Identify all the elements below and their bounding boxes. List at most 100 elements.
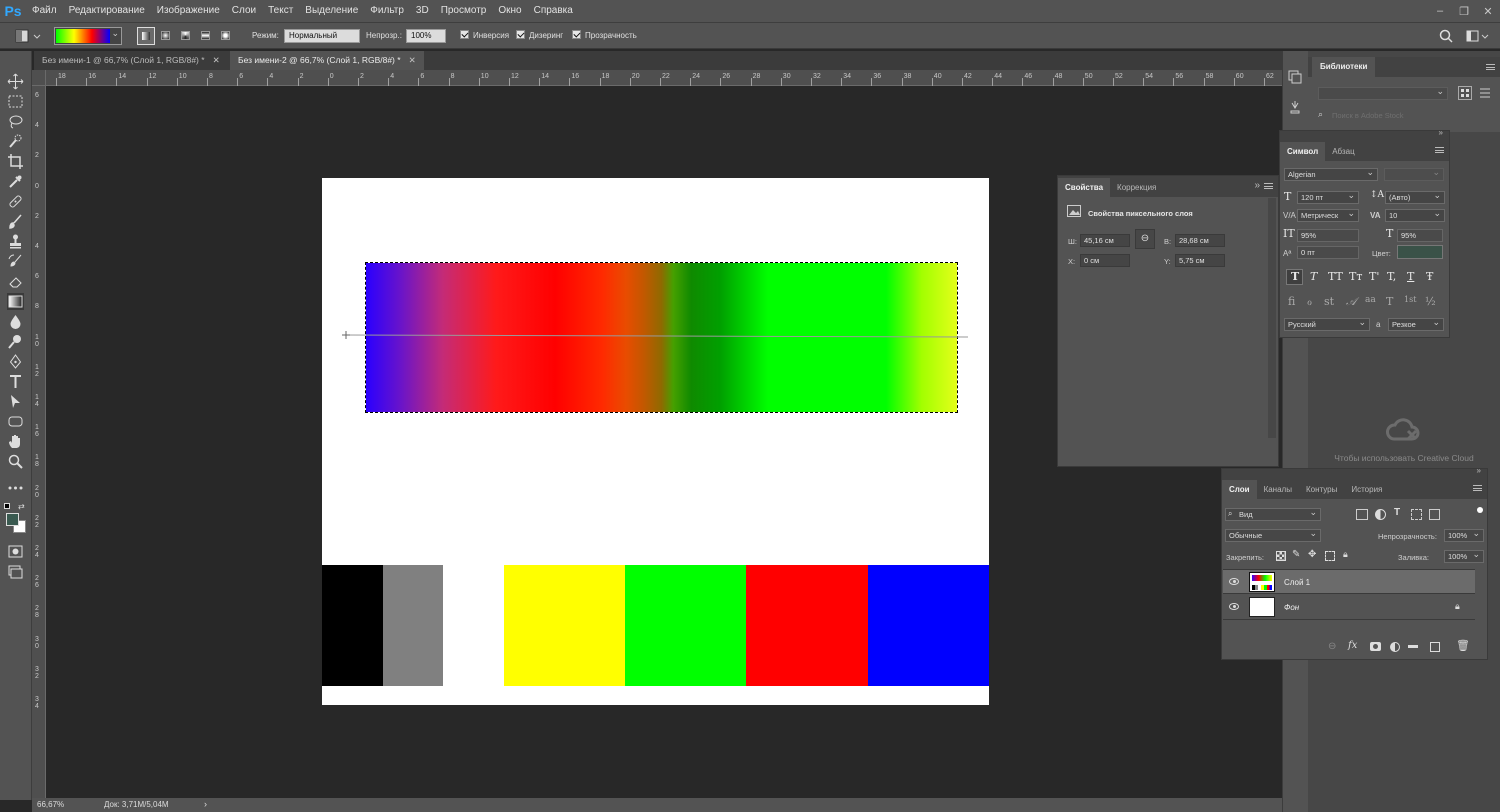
more-tools-icon[interactable]: [7, 479, 24, 496]
collapse-panel-icon[interactable]: »: [1439, 128, 1443, 137]
font-family-select[interactable]: Algerian: [1284, 167, 1378, 181]
kerning-select[interactable]: Метрическ: [1297, 208, 1359, 222]
eyedropper-tool-icon[interactable]: [7, 173, 24, 190]
height-input[interactable]: 28,68 см: [1175, 234, 1225, 247]
filter-adjustment-icon[interactable]: [1375, 509, 1386, 520]
tab-layers[interactable]: Слои: [1222, 480, 1257, 499]
hand-tool-icon[interactable]: [7, 433, 24, 450]
layers-panel-grip[interactable]: »: [1222, 466, 1487, 478]
style-all-caps[interactable]: TT: [1328, 270, 1343, 283]
width-input[interactable]: 45,16 см: [1080, 234, 1130, 247]
layer-name[interactable]: Фон: [1284, 603, 1299, 612]
style-subscript[interactable]: T,: [1387, 270, 1396, 283]
ot-swash[interactable]: 𝒜: [1346, 295, 1356, 309]
search-icon[interactable]: [1438, 27, 1454, 45]
tab-character[interactable]: Символ: [1280, 142, 1326, 161]
zoom-level[interactable]: 66,67%: [37, 800, 64, 809]
zoom-tool-icon[interactable]: [7, 453, 24, 470]
menu-edit[interactable]: Редактирование: [63, 0, 151, 22]
path-selection-tool-icon[interactable]: [7, 393, 24, 410]
ot-ligatures[interactable]: fi: [1288, 295, 1295, 308]
brush-settings-icon[interactable]: [1287, 99, 1303, 115]
menu-image[interactable]: Изображение: [151, 0, 226, 22]
baseline-shift-input[interactable]: 0 пт: [1297, 246, 1359, 259]
inverse-checkbox[interactable]: [460, 30, 469, 39]
screen-mode-icon[interactable]: [7, 563, 24, 580]
brush-tool-icon[interactable]: [7, 213, 24, 230]
vertical-scale-input[interactable]: 95%: [1297, 229, 1359, 242]
linear-gradient-button[interactable]: [137, 27, 155, 45]
menu-3d[interactable]: 3D: [410, 0, 435, 22]
eraser-tool-icon[interactable]: [7, 273, 24, 290]
ot-discretionary[interactable]: st: [1324, 295, 1334, 308]
ot-stylistic[interactable]: aa: [1365, 295, 1376, 305]
menu-layers[interactable]: Слои: [226, 0, 262, 22]
style-faux-bold[interactable]: T: [1291, 270, 1299, 283]
restore-icon[interactable]: ❐: [1452, 5, 1476, 18]
horizontal-ruler[interactable]: 18 16 14 12 10 8 6 4 2 0 2 4 6 8 10 12 14 16 18 20 22 24 26 28 3…: [46, 70, 1282, 86]
opacity-input[interactable]: 100%: [406, 29, 446, 43]
menu-select[interactable]: Выделение: [299, 0, 364, 22]
ruler-origin[interactable]: [32, 70, 46, 86]
tab-properties[interactable]: Свойства: [1058, 178, 1111, 197]
menu-type[interactable]: Текст: [262, 0, 299, 22]
history-panel-icon[interactable]: [1287, 69, 1303, 85]
close-icon[interactable]: ✕: [1476, 5, 1500, 18]
status-arrow-icon[interactable]: ›: [204, 799, 207, 809]
ot-contextual[interactable]: ℴ: [1307, 295, 1312, 308]
library-select[interactable]: [1318, 86, 1448, 100]
tab-history[interactable]: История: [1344, 480, 1389, 499]
angle-gradient-button[interactable]: [177, 27, 195, 45]
clone-stamp-tool-icon[interactable]: [7, 233, 24, 250]
filter-pixel-icon[interactable]: [1356, 509, 1368, 520]
menu-help[interactable]: Справка: [528, 0, 579, 22]
ot-ordinals[interactable]: 1st: [1404, 295, 1416, 304]
panel-menu-icon[interactable]: [1264, 183, 1273, 189]
radial-gradient-button[interactable]: [157, 27, 175, 45]
menu-filter[interactable]: Фильтр: [364, 0, 410, 22]
ot-fractions[interactable]: ½: [1425, 295, 1436, 308]
minimize-icon[interactable]: –: [1428, 5, 1452, 17]
dodge-tool-icon[interactable]: [7, 333, 24, 350]
tab-adjustments[interactable]: Коррекция: [1110, 178, 1163, 197]
lock-position-icon[interactable]: ✥: [1308, 549, 1316, 560]
filter-smart-object-icon[interactable]: [1429, 509, 1440, 520]
tab-document-1[interactable]: Без имени-1 @ 66,7% (Слой 1, RGB/8#) * ✕: [34, 51, 228, 70]
default-colors-icon[interactable]: [4, 503, 10, 509]
swap-colors-icon[interactable]: ⇄: [18, 502, 25, 511]
style-strikethrough[interactable]: Ŧ: [1426, 270, 1433, 283]
healing-brush-tool-icon[interactable]: [7, 193, 24, 210]
reflected-gradient-button[interactable]: [197, 27, 215, 45]
move-tool-icon[interactable]: [7, 73, 24, 90]
libraries-title[interactable]: Библиотеки: [1312, 57, 1376, 77]
pen-tool-icon[interactable]: [7, 353, 24, 370]
grid-view-icon[interactable]: [1458, 86, 1472, 100]
style-small-caps[interactable]: Tт: [1349, 270, 1362, 283]
add-mask-icon[interactable]: [1370, 642, 1381, 651]
new-group-icon[interactable]: ▬: [1408, 640, 1418, 651]
menu-window[interactable]: Окно: [492, 0, 527, 22]
lock-transparent-icon[interactable]: [1276, 551, 1286, 561]
vertical-ruler[interactable]: 6 4 2 0 2 4 6 8 1 0 1 2 1 4 1 6 1 8 2 0 2 2 2 4 2 6 2 8 3 …: [32, 86, 46, 798]
x-input[interactable]: 0 см: [1080, 254, 1130, 267]
ot-titling[interactable]: T: [1386, 295, 1393, 308]
menu-view[interactable]: Просмотр: [435, 0, 493, 22]
mode-select[interactable]: Нормальный: [284, 29, 360, 43]
lock-all-icon[interactable]: 🔒︎: [1343, 549, 1348, 560]
fx-icon[interactable]: fx: [1348, 640, 1357, 651]
style-superscript[interactable]: T': [1369, 270, 1379, 283]
transparency-checkbox[interactable]: [572, 30, 581, 39]
crop-tool-icon[interactable]: [7, 153, 24, 170]
layer-opacity-input[interactable]: 100%: [1444, 528, 1484, 542]
tab-paragraph[interactable]: Абзац: [1325, 142, 1361, 161]
y-input[interactable]: 5,75 см: [1175, 254, 1225, 267]
tab-channels[interactable]: Каналы: [1257, 480, 1299, 499]
layer-row-1[interactable]: Слой 1: [1223, 569, 1475, 594]
type-tool-icon[interactable]: [7, 373, 24, 390]
font-size-select[interactable]: 120 пт: [1297, 190, 1359, 204]
foreground-color-swatch[interactable]: [6, 513, 19, 526]
visibility-eye-icon[interactable]: [1229, 578, 1239, 585]
style-underline[interactable]: T: [1407, 270, 1414, 283]
panel-menu-icon[interactable]: [1486, 64, 1495, 70]
color-swatches[interactable]: ⇄: [3, 501, 29, 541]
